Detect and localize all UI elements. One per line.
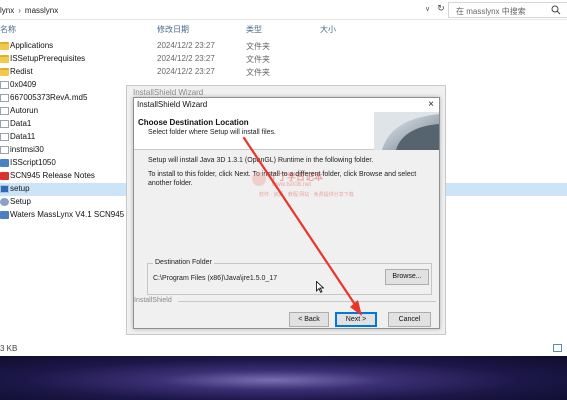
- file-name: Setup: [10, 197, 31, 206]
- dialog-subheading: Select folder where Setup will install f…: [148, 129, 277, 136]
- file-name: Redist: [10, 67, 33, 76]
- destination-path: C:\Program Files (x86)\Java\jre1.5.0_17: [153, 275, 278, 282]
- file-name: ISSetupPrerequisites: [10, 54, 86, 63]
- address-bar: lynx › masslynx ∨ ↻ 在 masslynx 中搜索: [0, 0, 567, 20]
- breadcrumb-separator-icon: ›: [18, 5, 21, 15]
- close-icon[interactable]: ×: [425, 99, 437, 111]
- installshield-dialog: InstallShield Wizard × Choose Destinatio…: [133, 97, 440, 329]
- file-name: Data1: [10, 119, 32, 128]
- status-selected-size: 3 KB: [0, 344, 18, 353]
- file-name: 0x0409: [10, 80, 37, 89]
- file-row[interactable]: Redist 2024/12/2 23:27 文件夹: [0, 66, 567, 79]
- breadcrumb[interactable]: lynx › masslynx: [0, 4, 58, 16]
- file-row[interactable]: ISSetupPrerequisites 2024/12/2 23:27 文件夹: [0, 53, 567, 66]
- search-placeholder: 在 masslynx 中搜索: [456, 7, 526, 16]
- folder-icon: [0, 68, 9, 76]
- watermark-logo-icon: [252, 172, 266, 186]
- watermark-url: www.ts008.net: [272, 182, 312, 188]
- destination-folder-group: Destination Folder C:\Program Files (x86…: [147, 259, 432, 295]
- breadcrumb-item-masslynx[interactable]: masslynx: [25, 6, 58, 15]
- address-dropdown-chevron-icon[interactable]: ∨: [425, 5, 430, 13]
- file-icon: [0, 94, 9, 102]
- file-date: 2024/12/2 23:27: [157, 54, 215, 63]
- file-name: 667005373RevA.md5: [10, 93, 88, 102]
- file-name: Applications: [10, 41, 54, 50]
- file-type: 文件夹: [246, 55, 270, 64]
- file-name: instmsi30: [10, 145, 44, 154]
- refresh-icon[interactable]: ↻: [435, 3, 447, 15]
- mouse-cursor-icon: [316, 281, 324, 293]
- file-name: SCN945 Release Notes: [10, 171, 95, 180]
- file-date: 2024/12/2 23:27: [157, 41, 215, 50]
- watermark-tagline: 软件 · 资源 · 教程 网站 · 免费提供分享下载: [259, 192, 354, 198]
- dialog-titlebar[interactable]: InstallShield Wizard ×: [134, 98, 439, 112]
- column-header-size[interactable]: 大小: [320, 24, 336, 35]
- column-headers: 名称 修改日期 类型 大小: [0, 24, 567, 36]
- file-date: 2024/12/2 23:27: [157, 67, 215, 76]
- file-name: Data11: [10, 132, 36, 141]
- cancel-button[interactable]: Cancel: [388, 312, 431, 327]
- search-icon: [551, 5, 561, 15]
- divider: [178, 301, 436, 302]
- dialog-header-panel: Choose Destination Location Select folde…: [134, 112, 439, 150]
- file-icon: [0, 133, 9, 141]
- file-type: 文件夹: [246, 42, 270, 51]
- back-button[interactable]: < Back: [289, 312, 329, 327]
- file-icon: [0, 120, 9, 128]
- file-name: Autorun: [10, 106, 39, 115]
- dialog-heading: Choose Destination Location: [138, 118, 249, 127]
- file-type: 文件夹: [246, 68, 270, 77]
- watermark: 丁丁学日记本 www.ts008.net 软件 · 资源 · 教程 网站 · 免…: [252, 162, 354, 212]
- installshield-brand-label: InstallShield: [134, 297, 172, 304]
- column-header-type[interactable]: 类型: [246, 24, 262, 35]
- folder-icon: [0, 55, 9, 63]
- file-icon: [0, 146, 9, 154]
- folder-icon: [0, 42, 9, 50]
- file-name: ISScript1050: [10, 158, 56, 167]
- dialog-title: InstallShield Wizard: [137, 100, 208, 109]
- file-name: Waters MassLynx V4.1 SCN945: [10, 210, 125, 219]
- file-icon: [0, 107, 9, 115]
- breadcrumb-item-lynx[interactable]: lynx: [0, 6, 14, 15]
- details-view-icon[interactable]: [553, 344, 562, 352]
- column-header-date[interactable]: 修改日期: [157, 24, 189, 35]
- app-icon: [0, 159, 9, 167]
- setup-icon: [0, 185, 9, 193]
- file-icon: [0, 81, 9, 89]
- search-input[interactable]: 在 masslynx 中搜索: [448, 2, 567, 18]
- desktop-wallpaper: [0, 356, 567, 400]
- settings-file-icon: [0, 198, 9, 206]
- background-wizard-title: InstallShield Wizard: [133, 88, 204, 97]
- app-icon: [0, 211, 9, 219]
- file-name: setup: [10, 184, 30, 193]
- destination-folder-legend: Destination Folder: [153, 259, 214, 266]
- next-button[interactable]: Next >: [335, 312, 377, 327]
- status-bar: 3 KB: [0, 341, 567, 356]
- file-row[interactable]: Applications 2024/12/2 23:27 文件夹: [0, 40, 567, 53]
- pdf-icon: [0, 172, 9, 180]
- installshield-banner-graphic: [374, 112, 439, 150]
- column-header-name[interactable]: 名称: [0, 24, 16, 35]
- browse-button[interactable]: Browse...: [385, 269, 429, 285]
